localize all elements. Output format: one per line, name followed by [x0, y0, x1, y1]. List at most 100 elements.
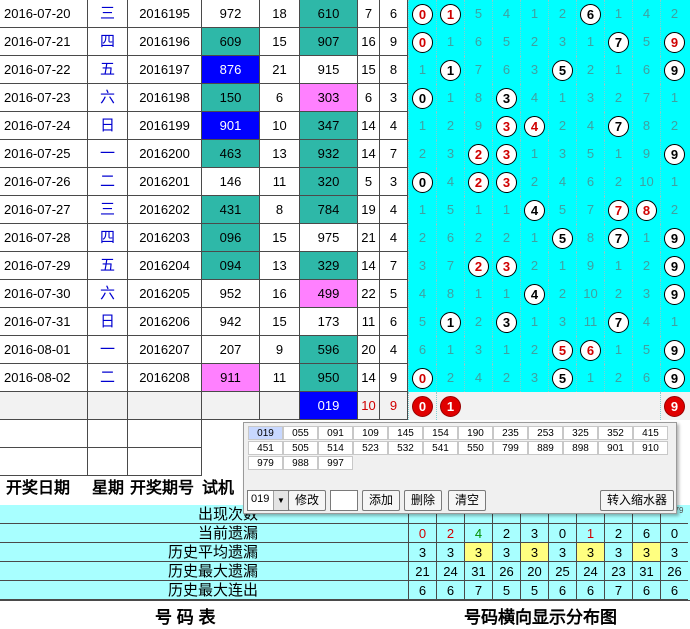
number-grid-cell[interactable]: 541 [423, 441, 458, 455]
distribution-cell: 4 [436, 168, 464, 196]
number-ball: 3 [496, 256, 517, 277]
prediction-row: 019 10 9 0 1 9 [0, 392, 690, 420]
week-cell: 六 [88, 84, 128, 112]
number-grid-cell[interactable]: 799 [493, 441, 528, 455]
number-grid-cell[interactable]: 154 [423, 426, 458, 440]
predicted-span-cell: 9 [380, 392, 408, 420]
distribution-cell: 1 [436, 28, 464, 56]
stats-value: 23 [604, 562, 632, 581]
stats-value: 2 [436, 524, 464, 543]
open-cell: 8 [260, 196, 300, 224]
span-cell: 7 [380, 252, 408, 280]
number-grid-cell[interactable]: 505 [283, 441, 318, 455]
distribution-cell: 9 [660, 224, 688, 252]
distribution-cell: 2 [520, 168, 548, 196]
stats-value: 3 [632, 543, 660, 562]
date-cell: 2016-07-24 [0, 112, 88, 140]
distribution-cell: 1 [436, 84, 464, 112]
number-grid-cell[interactable]: 889 [528, 441, 563, 455]
distribution-cell: 2 [604, 364, 632, 392]
filter-button[interactable]: 转入缩水器 [600, 490, 674, 511]
distribution-cell: 1 [408, 56, 436, 84]
distribution-cell: 6 [464, 28, 492, 56]
week-cell: 四 [88, 224, 128, 252]
table-row: 2016-07-20 三 2016195 972 18 610 7 6 0 1 5 4 1 2 6 1 4 2 [0, 0, 690, 28]
number-grid-cell[interactable]: 190 [458, 426, 493, 440]
add-button[interactable]: 添加 [362, 490, 400, 511]
stats-value: 6 [576, 581, 604, 600]
number-grid-cell[interactable]: 091 [318, 426, 353, 440]
number-grid-cell[interactable]: 988 [283, 456, 318, 470]
distribution-cell: 1 [464, 196, 492, 224]
number-select[interactable]: 019 ▼ [247, 490, 289, 511]
sum-cell: 5 [358, 168, 380, 196]
number-edit-popup[interactable]: 019 055 091 109 145 154 190 235 253 325 352 415 451 5… [243, 422, 677, 514]
number-grid-cell[interactable]: 109 [353, 426, 388, 440]
stats-value: 6 [436, 581, 464, 600]
number-grid-cell[interactable]: 523 [353, 441, 388, 455]
number-grid-cell[interactable]: 235 [493, 426, 528, 440]
distribution-cells: 0154126142 [408, 0, 690, 28]
number-grid-cell[interactable]: 019 [248, 426, 283, 440]
number-grid-cell[interactable]: 901 [598, 441, 633, 455]
number-grid-cell[interactable]: 979 [248, 456, 283, 470]
stats-value: 0 [548, 524, 576, 543]
modify-button[interactable]: 修改 [288, 490, 326, 511]
distribution-cell: 3 [520, 364, 548, 392]
stats-value: 24 [576, 562, 604, 581]
table-row: 2016-07-22 五 2016197 876 21 915 15 8 1 1 7 6 3 5 2 1 6 9 [0, 56, 690, 84]
distribution-cell: 9 [660, 364, 688, 392]
number-grid-cell[interactable]: 514 [318, 441, 353, 455]
number-ball: 9 [664, 228, 685, 249]
distribution-cell: 1 [520, 224, 548, 252]
number-ball: 2 [468, 172, 489, 193]
distribution-cell: 0 [408, 84, 436, 112]
distribution-cell: 4 [464, 364, 492, 392]
distribution-cell: 2 [632, 252, 660, 280]
stats-value: 6 [632, 581, 660, 600]
number-grid-cell[interactable]: 145 [388, 426, 423, 440]
distribution-cells: 0183413271 [408, 84, 690, 112]
number-grid-cell[interactable]: 325 [563, 426, 598, 440]
stats-label: 当前遗漏 [0, 524, 408, 543]
stats-row: 历史最大连出 6 6 7 5 5 6 6 7 6 6 [0, 581, 690, 600]
distribution-cell: 1 [660, 308, 688, 336]
distribution-cell: 5 [548, 196, 576, 224]
distribution-cell: 9 [660, 28, 688, 56]
number-grid-cell[interactable]: 997 [318, 456, 353, 470]
distribution-cell: 2 [436, 364, 464, 392]
number-grid-cell[interactable]: 352 [598, 426, 633, 440]
distribution-cells: 3723219129 [408, 252, 690, 280]
number-grid-cell[interactable]: 898 [563, 441, 598, 455]
distribution-cell: 7 [604, 112, 632, 140]
empty-cell [260, 392, 300, 420]
open-cell: 9 [260, 336, 300, 364]
number-grid-cell[interactable]: 253 [528, 426, 563, 440]
stats-value: 5 [492, 581, 520, 600]
predicted-number-cell[interactable]: 019 [300, 392, 358, 420]
delete-button[interactable]: 删除 [404, 490, 442, 511]
number-grid-cell[interactable]: 055 [283, 426, 318, 440]
distribution-cell: 2 [464, 140, 492, 168]
distribution-cells: 1293424782 [408, 112, 690, 140]
number-ball: 7 [608, 228, 629, 249]
distribution-cell: 4 [576, 112, 604, 140]
number-input[interactable] [330, 490, 358, 511]
span-cell: 9 [380, 28, 408, 56]
distribution-cell: 2 [548, 112, 576, 140]
number-grid-cell[interactable]: 415 [633, 426, 668, 440]
number-grid-cell[interactable]: 532 [388, 441, 423, 455]
table-row: 2016-07-26 二 2016201 146 11 320 5 3 0 4 2 3 2 4 6 2 10 1 [0, 168, 690, 196]
empty-cell [0, 392, 88, 420]
distribution-cell: 1 [436, 336, 464, 364]
draw-number-cell: 303 [300, 84, 358, 112]
chevron-down-icon[interactable]: ▼ [273, 491, 288, 510]
distribution-cell: 1 [660, 84, 688, 112]
distribution-cell: 5 [436, 196, 464, 224]
stats-value: 2 [604, 524, 632, 543]
number-grid-cell[interactable]: 451 [248, 441, 283, 455]
number-grid-cell[interactable]: 550 [458, 441, 493, 455]
clear-button[interactable]: 清空 [448, 490, 486, 511]
number-grid-cell[interactable]: 910 [633, 441, 668, 455]
distribution-cell: 6 [576, 336, 604, 364]
